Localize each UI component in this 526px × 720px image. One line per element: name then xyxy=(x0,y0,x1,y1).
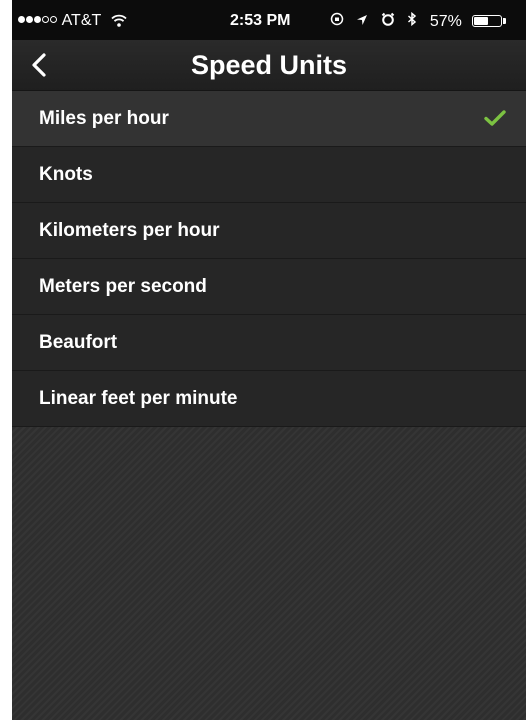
status-bar: AT&T 2:53 PM 57% xyxy=(12,0,526,40)
unit-option-meters-per-second[interactable]: Meters per second xyxy=(12,259,526,315)
location-arrow-icon xyxy=(356,13,368,31)
battery-fill xyxy=(474,17,489,25)
unit-option-miles-per-hour[interactable]: Miles per hour xyxy=(12,91,526,147)
signal-icon xyxy=(18,12,62,29)
unit-option-label: Miles per hour xyxy=(39,108,169,129)
battery-icon xyxy=(472,15,507,27)
battery-percent: 57% xyxy=(429,13,462,30)
unit-option-linear-feet-per-minute[interactable]: Linear feet per minute xyxy=(12,371,526,427)
unit-option-label: Kilometers per hour xyxy=(39,220,220,241)
unit-option-label: Linear feet per minute xyxy=(39,388,238,409)
unit-option-label: Knots xyxy=(39,164,93,185)
carrier-name: AT&T xyxy=(61,12,101,29)
unit-option-knots[interactable]: Knots xyxy=(12,147,526,203)
battery-nub xyxy=(503,18,507,24)
navigation-bar: Speed Units xyxy=(12,40,526,91)
signal-dot xyxy=(50,16,57,23)
signal-dot xyxy=(26,16,33,23)
signal-dot xyxy=(42,16,49,23)
empty-background-area xyxy=(12,427,526,720)
status-time: 2:53 PM xyxy=(230,12,291,29)
signal-dot xyxy=(18,16,25,23)
page-title: Speed Units xyxy=(190,50,348,80)
status-right: 57% xyxy=(330,11,507,31)
speed-unit-list: Miles per hour Knots Kilometers per hour… xyxy=(12,91,526,427)
bluetooth-icon xyxy=(407,11,417,31)
back-button[interactable] xyxy=(22,48,56,82)
unit-option-label: Meters per second xyxy=(39,276,207,297)
unit-option-beaufort[interactable]: Beaufort xyxy=(12,315,526,371)
signal-dot xyxy=(34,16,41,23)
rotation-lock-icon xyxy=(330,12,344,31)
wifi-icon xyxy=(111,14,128,32)
unit-option-kilometers-per-hour[interactable]: Kilometers per hour xyxy=(12,203,526,259)
checkmark-icon xyxy=(484,110,506,126)
unit-option-label: Beaufort xyxy=(39,332,118,353)
status-left: AT&T xyxy=(18,12,128,32)
chevron-left-icon xyxy=(32,53,46,77)
app-screen: AT&T 2:53 PM 57% Speed Units Miles per h… xyxy=(12,0,526,720)
alarm-icon xyxy=(381,12,395,31)
